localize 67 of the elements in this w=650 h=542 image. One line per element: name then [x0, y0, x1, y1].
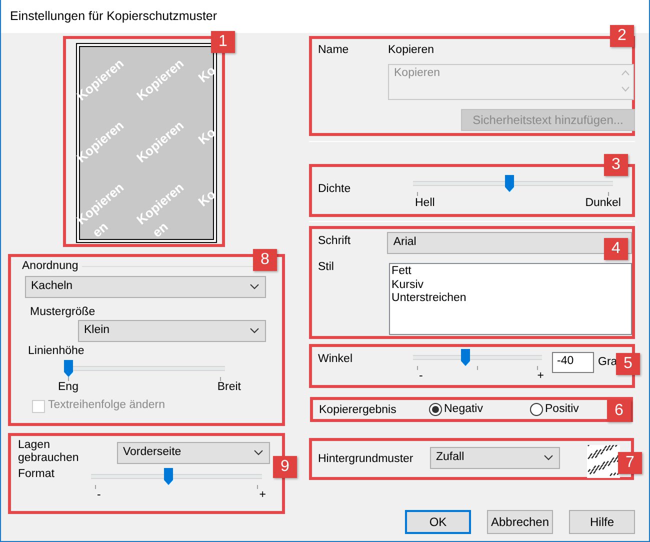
radio-button[interactable]: [429, 402, 442, 416]
callout-number: 6: [607, 400, 631, 422]
field-label: Stil: [318, 261, 335, 275]
callout-number: 8: [253, 249, 277, 271]
pattern-swatch-icon: [587, 445, 620, 478]
slider-thumb[interactable]: [64, 360, 73, 378]
tick-mark: [417, 366, 418, 370]
tick-mark: [537, 366, 538, 370]
radio-label[interactable]: Positiv: [545, 402, 579, 416]
callout-number: 4: [604, 238, 628, 260]
caret-icon: [544, 455, 553, 461]
callout-number: 5: [616, 353, 640, 375]
field-label: Winkel: [318, 353, 354, 367]
field-label: Linienhöhe: [28, 344, 86, 358]
watermark-text: Ko: [195, 62, 217, 86]
watermark-text: Ko: [195, 186, 217, 210]
slider-thumb[interactable]: [164, 468, 174, 485]
caret-icon: [250, 328, 259, 334]
scale-label: Hell: [415, 196, 435, 211]
caret-icon: [254, 450, 263, 456]
callout-number: 9: [273, 456, 297, 478]
list-item[interactable]: Unterstreichen: [392, 292, 629, 306]
dropdown[interactable]: Zufall: [430, 447, 560, 469]
slider-thumb[interactable]: [504, 175, 514, 192]
tick-mark: [417, 192, 418, 196]
radio-button[interactable]: [530, 402, 543, 416]
scale-label: Eng: [58, 381, 78, 396]
tick-mark: [608, 192, 609, 196]
callout-number: 1: [211, 31, 235, 53]
field-label: Schrift: [318, 235, 352, 249]
tick-mark: [95, 485, 96, 489]
dropdown[interactable]: Kacheln: [25, 276, 266, 298]
tick-mark: [257, 485, 258, 489]
watermark-text: Ko: [195, 124, 217, 148]
field-label: Hintergrundmuster: [318, 453, 414, 467]
group-label: Anordnung: [22, 260, 78, 274]
scale-label: Breit: [217, 381, 241, 396]
field-label: Format: [18, 468, 54, 482]
dialog-button[interactable]: Hilfe: [569, 510, 635, 534]
list-item[interactable]: Fett: [392, 265, 629, 278]
scale-label: +: [537, 370, 544, 384]
field-label: Dichte: [318, 183, 352, 197]
radio-label[interactable]: Negativ: [444, 402, 483, 416]
field-label: Name: [318, 44, 350, 58]
tick-mark: [477, 366, 478, 370]
slider-thumb[interactable]: [461, 349, 470, 366]
tick-mark: [68, 377, 69, 382]
scale-label: -: [419, 370, 423, 384]
field-label: Mustergröße: [30, 306, 96, 320]
dropdown[interactable]: Klein: [78, 320, 266, 342]
angle-input[interactable]: -40: [552, 352, 594, 373]
scale-label: +: [259, 489, 266, 503]
callout-number: 7: [618, 452, 642, 474]
tick-mark: [220, 377, 221, 382]
scale-label: -: [97, 489, 101, 503]
dropdown[interactable]: Vorderseite: [117, 442, 270, 464]
list-item[interactable]: Kursiv: [392, 278, 629, 292]
dialog-button[interactable]: Abbrechen: [487, 510, 553, 534]
field-label: Lagen gebrauchen: [18, 439, 80, 465]
caret-icon: [250, 284, 259, 290]
callout-number: 3: [604, 154, 628, 176]
unit-label: Gra: [598, 356, 618, 370]
scale-label: Dunkel: [585, 196, 621, 211]
name-value: Kopieren: [388, 44, 434, 58]
checkbox-label: Textreihenfolge ändern: [48, 399, 165, 413]
field-label: Kopierergebnis: [319, 404, 398, 418]
dialog-button[interactable]: OK: [405, 510, 471, 534]
